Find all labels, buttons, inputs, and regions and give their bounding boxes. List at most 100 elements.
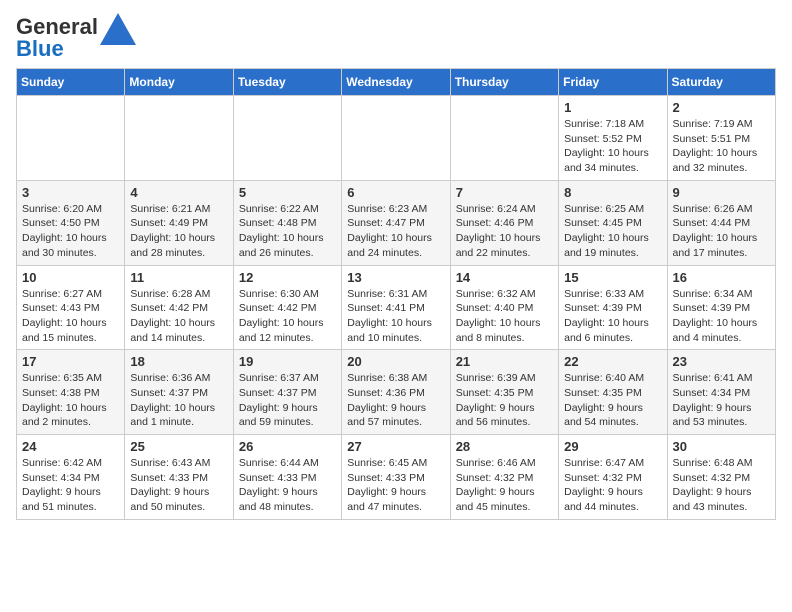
weekday-header-friday: Friday — [559, 69, 667, 96]
day-info: Sunrise: 6:35 AM Sunset: 4:38 PM Dayligh… — [22, 371, 119, 430]
logo-text: General Blue — [16, 16, 98, 60]
calendar-body: 1 Sunrise: 7:18 AM Sunset: 5:52 PM Daylig… — [17, 96, 776, 520]
calendar-cell: 21 Sunrise: 6:39 AM Sunset: 4:35 PM Dayli… — [450, 350, 558, 435]
weekday-header-wednesday: Wednesday — [342, 69, 450, 96]
day-number: 3 — [22, 185, 119, 200]
calendar-cell: 2 Sunrise: 7:19 AM Sunset: 5:51 PM Daylig… — [667, 96, 775, 181]
day-info: Sunrise: 6:46 AM Sunset: 4:32 PM Dayligh… — [456, 456, 553, 515]
calendar-week-1: 1 Sunrise: 7:18 AM Sunset: 5:52 PM Daylig… — [17, 96, 776, 181]
day-number: 8 — [564, 185, 661, 200]
day-number: 24 — [22, 439, 119, 454]
calendar-cell: 4Sunrise: 6:21 AM Sunset: 4:49 PM Daylig… — [125, 180, 233, 265]
calendar-cell: 6 Sunrise: 6:23 AM Sunset: 4:47 PM Daylig… — [342, 180, 450, 265]
day-number: 16 — [673, 270, 770, 285]
calendar-cell: 10 Sunrise: 6:27 AM Sunset: 4:43 PM Dayli… — [17, 265, 125, 350]
day-info: Sunrise: 6:39 AM Sunset: 4:35 PM Dayligh… — [456, 371, 553, 430]
day-info: Sunrise: 6:42 AM Sunset: 4:34 PM Dayligh… — [22, 456, 119, 515]
calendar-cell: 22Sunrise: 6:40 AM Sunset: 4:35 PM Dayli… — [559, 350, 667, 435]
calendar-week-4: 17 Sunrise: 6:35 AM Sunset: 4:38 PM Dayli… — [17, 350, 776, 435]
day-number: 13 — [347, 270, 444, 285]
day-number: 25 — [130, 439, 227, 454]
day-number: 30 — [673, 439, 770, 454]
weekday-header-tuesday: Tuesday — [233, 69, 341, 96]
calendar-cell — [125, 96, 233, 181]
logo-icon — [100, 13, 136, 45]
calendar-cell: 29 Sunrise: 6:47 AM Sunset: 4:32 PM Dayli… — [559, 435, 667, 520]
calendar-cell: 16 Sunrise: 6:34 AM Sunset: 4:39 PM Dayli… — [667, 265, 775, 350]
day-info: Sunrise: 6:37 AM Sunset: 4:37 PM Dayligh… — [239, 371, 336, 430]
day-info: Sunrise: 6:23 AM Sunset: 4:47 PM Dayligh… — [347, 202, 444, 261]
calendar-cell: 9Sunrise: 6:26 AM Sunset: 4:44 PM Daylig… — [667, 180, 775, 265]
day-info: Sunrise: 7:18 AM Sunset: 5:52 PM Dayligh… — [564, 117, 661, 176]
calendar-cell: 30 Sunrise: 6:48 AM Sunset: 4:32 PM Dayli… — [667, 435, 775, 520]
day-info: Sunrise: 6:22 AM Sunset: 4:48 PM Dayligh… — [239, 202, 336, 261]
calendar-cell: 1 Sunrise: 7:18 AM Sunset: 5:52 PM Daylig… — [559, 96, 667, 181]
day-info: Sunrise: 6:20 AM Sunset: 4:50 PM Dayligh… — [22, 202, 119, 261]
day-info: Sunrise: 6:30 AM Sunset: 4:42 PM Dayligh… — [239, 287, 336, 346]
day-number: 20 — [347, 354, 444, 369]
calendar-cell — [233, 96, 341, 181]
calendar-cell: 5 Sunrise: 6:22 AM Sunset: 4:48 PM Daylig… — [233, 180, 341, 265]
calendar-cell: 3 Sunrise: 6:20 AM Sunset: 4:50 PM Daylig… — [17, 180, 125, 265]
day-number: 29 — [564, 439, 661, 454]
calendar-cell: 13 Sunrise: 6:31 AM Sunset: 4:41 PM Dayli… — [342, 265, 450, 350]
calendar-cell — [450, 96, 558, 181]
day-number: 18 — [130, 354, 227, 369]
day-info: Sunrise: 6:28 AM Sunset: 4:42 PM Dayligh… — [130, 287, 227, 346]
calendar-cell: 18 Sunrise: 6:36 AM Sunset: 4:37 PM Dayli… — [125, 350, 233, 435]
day-info: Sunrise: 6:25 AM Sunset: 4:45 PM Dayligh… — [564, 202, 661, 261]
calendar-table: SundayMondayTuesdayWednesdayThursdayFrid… — [16, 68, 776, 520]
day-info: Sunrise: 6:24 AM Sunset: 4:46 PM Dayligh… — [456, 202, 553, 261]
day-info: Sunrise: 6:43 AM Sunset: 4:33 PM Dayligh… — [130, 456, 227, 515]
calendar-cell: 26Sunrise: 6:44 AM Sunset: 4:33 PM Dayli… — [233, 435, 341, 520]
day-number: 19 — [239, 354, 336, 369]
page-header: General Blue — [16, 16, 776, 60]
day-info: Sunrise: 7:19 AM Sunset: 5:51 PM Dayligh… — [673, 117, 770, 176]
day-number: 27 — [347, 439, 444, 454]
day-info: Sunrise: 6:48 AM Sunset: 4:32 PM Dayligh… — [673, 456, 770, 515]
calendar-header-row: SundayMondayTuesdayWednesdayThursdayFrid… — [17, 69, 776, 96]
weekday-header-sunday: Sunday — [17, 69, 125, 96]
weekday-header-monday: Monday — [125, 69, 233, 96]
weekday-header-thursday: Thursday — [450, 69, 558, 96]
calendar-week-3: 10 Sunrise: 6:27 AM Sunset: 4:43 PM Dayli… — [17, 265, 776, 350]
logo: General Blue — [16, 16, 136, 60]
day-info: Sunrise: 6:47 AM Sunset: 4:32 PM Dayligh… — [564, 456, 661, 515]
day-info: Sunrise: 6:44 AM Sunset: 4:33 PM Dayligh… — [239, 456, 336, 515]
calendar-cell: 14 Sunrise: 6:32 AM Sunset: 4:40 PM Dayli… — [450, 265, 558, 350]
day-info: Sunrise: 6:45 AM Sunset: 4:33 PM Dayligh… — [347, 456, 444, 515]
day-number: 4 — [130, 185, 227, 200]
day-number: 2 — [673, 100, 770, 115]
day-info: Sunrise: 6:34 AM Sunset: 4:39 PM Dayligh… — [673, 287, 770, 346]
day-number: 6 — [347, 185, 444, 200]
calendar-cell — [342, 96, 450, 181]
day-info: Sunrise: 6:26 AM Sunset: 4:44 PM Dayligh… — [673, 202, 770, 261]
day-info: Sunrise: 6:33 AM Sunset: 4:39 PM Dayligh… — [564, 287, 661, 346]
calendar-cell: 15Sunrise: 6:33 AM Sunset: 4:39 PM Dayli… — [559, 265, 667, 350]
day-info: Sunrise: 6:41 AM Sunset: 4:34 PM Dayligh… — [673, 371, 770, 430]
calendar-cell: 27 Sunrise: 6:45 AM Sunset: 4:33 PM Dayli… — [342, 435, 450, 520]
day-info: Sunrise: 6:27 AM Sunset: 4:43 PM Dayligh… — [22, 287, 119, 346]
calendar-cell: 17 Sunrise: 6:35 AM Sunset: 4:38 PM Dayli… — [17, 350, 125, 435]
day-number: 10 — [22, 270, 119, 285]
day-number: 1 — [564, 100, 661, 115]
calendar-cell: 23 Sunrise: 6:41 AM Sunset: 4:34 PM Dayli… — [667, 350, 775, 435]
day-number: 17 — [22, 354, 119, 369]
calendar-cell: 8 Sunrise: 6:25 AM Sunset: 4:45 PM Daylig… — [559, 180, 667, 265]
day-number: 11 — [130, 270, 227, 285]
day-number: 23 — [673, 354, 770, 369]
day-info: Sunrise: 6:31 AM Sunset: 4:41 PM Dayligh… — [347, 287, 444, 346]
day-number: 5 — [239, 185, 336, 200]
day-number: 14 — [456, 270, 553, 285]
calendar-cell — [17, 96, 125, 181]
logo-blue: Blue — [16, 36, 64, 61]
day-number: 22 — [564, 354, 661, 369]
day-info: Sunrise: 6:36 AM Sunset: 4:37 PM Dayligh… — [130, 371, 227, 430]
day-number: 21 — [456, 354, 553, 369]
calendar-cell: 20Sunrise: 6:38 AM Sunset: 4:36 PM Dayli… — [342, 350, 450, 435]
calendar-week-2: 3 Sunrise: 6:20 AM Sunset: 4:50 PM Daylig… — [17, 180, 776, 265]
calendar-cell: 19 Sunrise: 6:37 AM Sunset: 4:37 PM Dayli… — [233, 350, 341, 435]
calendar-cell: 7Sunrise: 6:24 AM Sunset: 4:46 PM Daylig… — [450, 180, 558, 265]
day-number: 28 — [456, 439, 553, 454]
day-info: Sunrise: 6:32 AM Sunset: 4:40 PM Dayligh… — [456, 287, 553, 346]
